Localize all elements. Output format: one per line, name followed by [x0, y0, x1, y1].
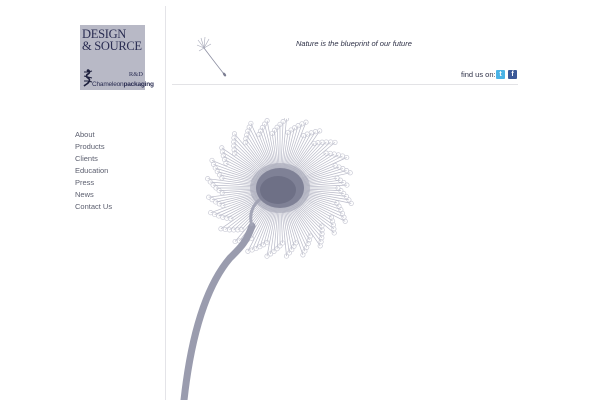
nav-item-press[interactable]: Press: [75, 177, 112, 189]
logo-brand-bold: packaging: [123, 81, 154, 88]
logo-title-line2: & SOURCE: [82, 39, 142, 53]
header-divider: [172, 84, 518, 85]
nav-item-about[interactable]: About: [75, 129, 112, 141]
floating-seed-image: [196, 36, 227, 77]
design-source-logo[interactable]: DESIGN & SOURCE R&D Chameleonpackaging: [80, 25, 154, 90]
sidebar: DESIGN & SOURCE R&D Chameleonpackaging A…: [0, 0, 165, 400]
find-us-label: find us on:: [461, 70, 496, 79]
nav-item-education[interactable]: Education: [75, 165, 112, 177]
nav-item-clients[interactable]: Clients: [75, 153, 112, 165]
dandelion-image: [180, 118, 354, 400]
nav-item-products[interactable]: Products: [75, 141, 112, 153]
nav-item-news[interactable]: News: [75, 189, 112, 201]
logo-brand-light: Chameleon: [92, 81, 124, 88]
logo-rd-label: R&D: [128, 71, 143, 78]
main-nav: About Products Clients Education Press N…: [75, 129, 112, 213]
facebook-icon[interactable]: f: [508, 70, 517, 79]
sidebar-divider: [165, 6, 166, 400]
tagline: Nature is the blueprint of our future: [296, 39, 412, 48]
twitter-icon[interactable]: t: [496, 70, 505, 79]
nav-item-contact-us[interactable]: Contact Us: [75, 201, 112, 213]
logo-brand-name: Chameleonpackaging: [92, 81, 154, 88]
